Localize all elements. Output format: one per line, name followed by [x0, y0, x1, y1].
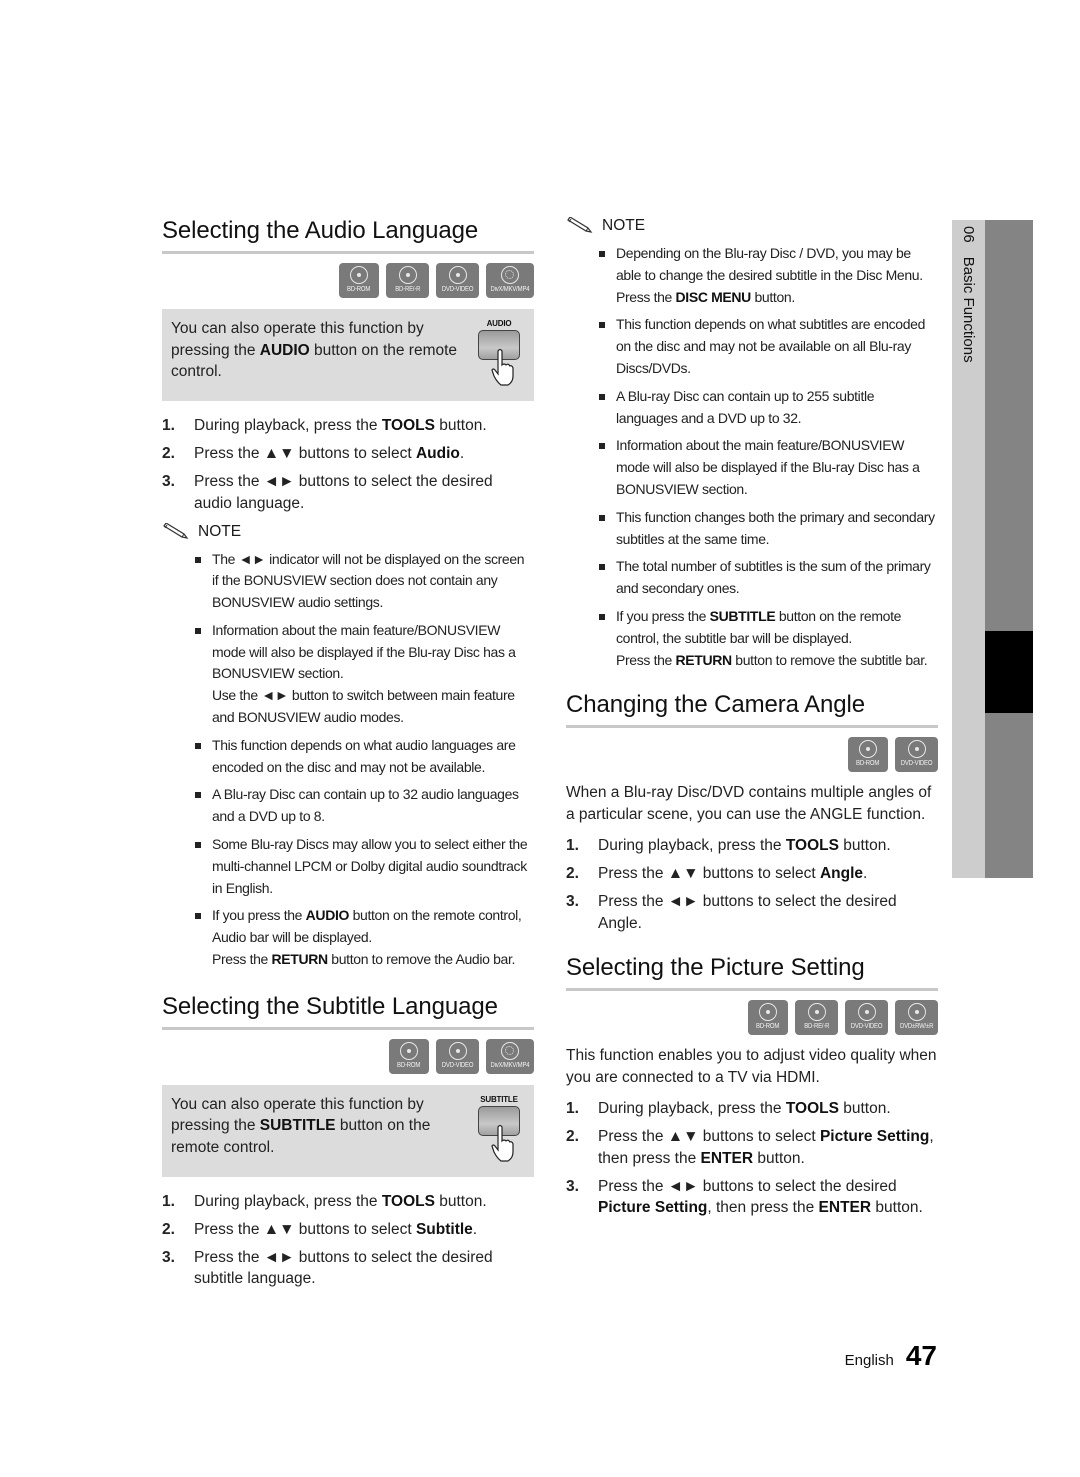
section-title: Changing the Camera Angle: [566, 691, 866, 719]
steps-list: 1. During playback, press the TOOLS butto…: [566, 1098, 938, 1219]
step-item: 2. Press the ▲▼ buttons to select Subtitl…: [162, 1220, 478, 1238]
badge-bd-re-r: BD-RE/-R: [386, 263, 429, 298]
badge-bd-rom: BD-ROM: [848, 737, 888, 773]
disc-compatibility-badges: BD-ROM DVD-VIDEO: [566, 737, 938, 773]
remote-button-icon: AUDIO: [476, 319, 522, 386]
disc-icon: [907, 1003, 926, 1022]
audio-language-section: Selecting the Audio Language BD-ROM BD-R…: [162, 215, 534, 971]
current-chapter-marker: [985, 631, 1033, 713]
steps-list: 1. During playback, press the TOOLS butto…: [162, 415, 534, 514]
chapter-title: Basic Functions: [960, 256, 977, 363]
note-item: This function changes both the primary a…: [598, 507, 938, 551]
subtitle-notes-list: Depending on the Blu-ray Disc / DVD, you…: [598, 243, 938, 671]
badge-dvd-video: DVD-VIDEO: [436, 263, 479, 298]
note-item: Information about the main feature/BONUS…: [194, 620, 534, 729]
page-footer: English 47: [845, 1340, 937, 1372]
section-intro: This function enables you to adjust vide…: [566, 1047, 937, 1086]
disc-icon: [857, 1003, 876, 1022]
section-title: Selecting the Picture Setting: [566, 954, 865, 982]
badge-bd-rom: BD-ROM: [389, 1038, 429, 1074]
note-item: Depending on the Blu-ray Disc / DVD, you…: [598, 243, 938, 308]
chapter-tab-index: [985, 220, 1033, 878]
disc-icon: [448, 266, 467, 284]
chapter-number: 06: [960, 226, 977, 243]
pencil-icon: [163, 522, 189, 539]
note-item: A Blu-ray Disc can contain up to 32 audi…: [194, 784, 534, 828]
remote-button-icon: SUBTITLE: [476, 1094, 522, 1162]
note-heading: NOTE: [566, 215, 938, 237]
section-divider: [162, 251, 534, 254]
section-title: Selecting the Subtitle Language: [162, 992, 498, 1020]
note-item: Some Blu-ray Discs may allow you to sele…: [194, 834, 534, 899]
badge-dvd-video: DVD-VIDEO: [895, 737, 938, 773]
pointing-hand-icon: [491, 348, 514, 386]
step-item: 1. During playback, press the TOOLS butto…: [566, 1100, 891, 1118]
note-item: This function depends on what audio lang…: [194, 735, 534, 779]
disc-icon: [448, 1041, 467, 1060]
remote-tip-box: You can also operate this function by pr…: [162, 1084, 534, 1177]
badge-divx-mkv-mp4: DivX/MKV/MP4: [486, 263, 534, 298]
step-item: 2. Press the ▲▼ buttons to select Picture…: [566, 1128, 934, 1167]
pencil-icon: [567, 217, 593, 233]
disc-icon: [859, 740, 877, 759]
note-item: Information about the main feature/BONUS…: [598, 435, 938, 500]
section-divider: [566, 988, 938, 992]
pointing-hand-icon: [491, 1124, 514, 1162]
footer-language: English: [844, 1352, 894, 1369]
badge-divx-mkv-mp4: DivX/MKV/MP4: [486, 1038, 534, 1074]
picture-setting-section: Selecting the Picture Setting BD-ROM BD-…: [566, 952, 938, 1219]
steps-list: 1. During playback, press the TOOLS butto…: [566, 835, 938, 934]
note-item: A Blu-ray Disc can contain up to 255 sub…: [598, 386, 938, 430]
left-column: Selecting the Audio Language BD-ROM BD-R…: [162, 215, 534, 1296]
step-item: 3. Press the ◄► buttons to select the des…: [162, 1248, 493, 1288]
tip-text: You can also operate this function by pr…: [171, 1095, 431, 1156]
camera-angle-section: Changing the Camera Angle BD-ROM DVD-VID…: [566, 689, 938, 934]
disc-icon: [907, 740, 926, 759]
note-item: The total number of subtitles is the sum…: [598, 556, 938, 600]
section-divider: [566, 725, 938, 729]
remote-button-label: AUDIO: [486, 319, 512, 328]
disc-compatibility-badges: BD-ROM BD-RE/-R DVD-VIDEO DVD±RW/±R: [566, 1000, 938, 1036]
step-item: 2. Press the ▲▼ buttons to select Angle.: [566, 865, 868, 883]
right-column: NOTE Depending on the Blu-ray Disc / DVD…: [566, 215, 938, 1225]
disc-icon: [398, 266, 417, 284]
step-item: 1. During playback, press the TOOLS butto…: [162, 417, 487, 434]
step-item: 3. Press the ◄► buttons to select the des…: [566, 893, 897, 932]
disc-compatibility-badges: BD-ROM DVD-VIDEO DivX/MKV/MP4: [162, 1038, 534, 1074]
badge-bd-rom: BD-ROM: [748, 1000, 788, 1036]
film-reel-icon: [501, 1041, 519, 1060]
remote-button-label: SUBTITLE: [480, 1094, 518, 1104]
note-heading: NOTE: [162, 521, 534, 543]
steps-list: 1. During playback, press the TOOLS butto…: [162, 1191, 534, 1290]
badge-dvd-video: DVD-VIDEO: [845, 1000, 888, 1036]
tip-text: You can also operate this function by pr…: [171, 320, 458, 380]
section-divider: [162, 1026, 534, 1030]
badge-dvd-rw-r: DVD±RW/±R: [895, 1000, 938, 1036]
section-intro: When a Blu-ray Disc/DVD contains multipl…: [566, 784, 932, 823]
step-item: 1. During playback, press the TOOLS butto…: [162, 1192, 487, 1210]
film-reel-icon: [501, 266, 519, 284]
notes-list: The ◄► indicator will not be displayed o…: [194, 549, 534, 971]
subtitle-language-section: Selecting the Subtitle Language BD-ROM D…: [162, 991, 534, 1290]
section-title: Selecting the Audio Language: [162, 217, 479, 244]
note-item: The ◄► indicator will not be displayed o…: [194, 549, 534, 614]
disc-icon: [759, 1003, 777, 1022]
step-item: 1. During playback, press the TOOLS butto…: [566, 837, 891, 855]
note-item: If you press the SUBTITLE button on the …: [598, 606, 938, 671]
disc-compatibility-badges: BD-ROM BD-RE/-R DVD-VIDEO DivX/MKV/MP4: [162, 263, 534, 298]
chapter-label: 06 Basic Functions: [960, 226, 977, 363]
note-item: This function depends on what subtitles …: [598, 314, 938, 379]
step-item: 3. Press the ◄► buttons to select the des…: [162, 473, 493, 512]
disc-icon: [350, 266, 368, 284]
note-item: If you press the AUDIO button on the rem…: [194, 905, 534, 970]
badge-dvd-video: DVD-VIDEO: [436, 1038, 479, 1074]
disc-icon: [807, 1003, 826, 1022]
step-item: 3. Press the ◄► buttons to select the des…: [566, 1177, 923, 1217]
remote-tip-box: You can also operate this function by pr…: [162, 309, 534, 401]
disc-icon: [400, 1041, 418, 1060]
badge-bd-rom: BD-ROM: [339, 263, 379, 298]
step-item: 2. Press the ▲▼ buttons to select Audio.: [162, 445, 465, 462]
page-number: 47: [905, 1340, 937, 1371]
badge-bd-re-r: BD-RE/-R: [795, 1000, 838, 1036]
